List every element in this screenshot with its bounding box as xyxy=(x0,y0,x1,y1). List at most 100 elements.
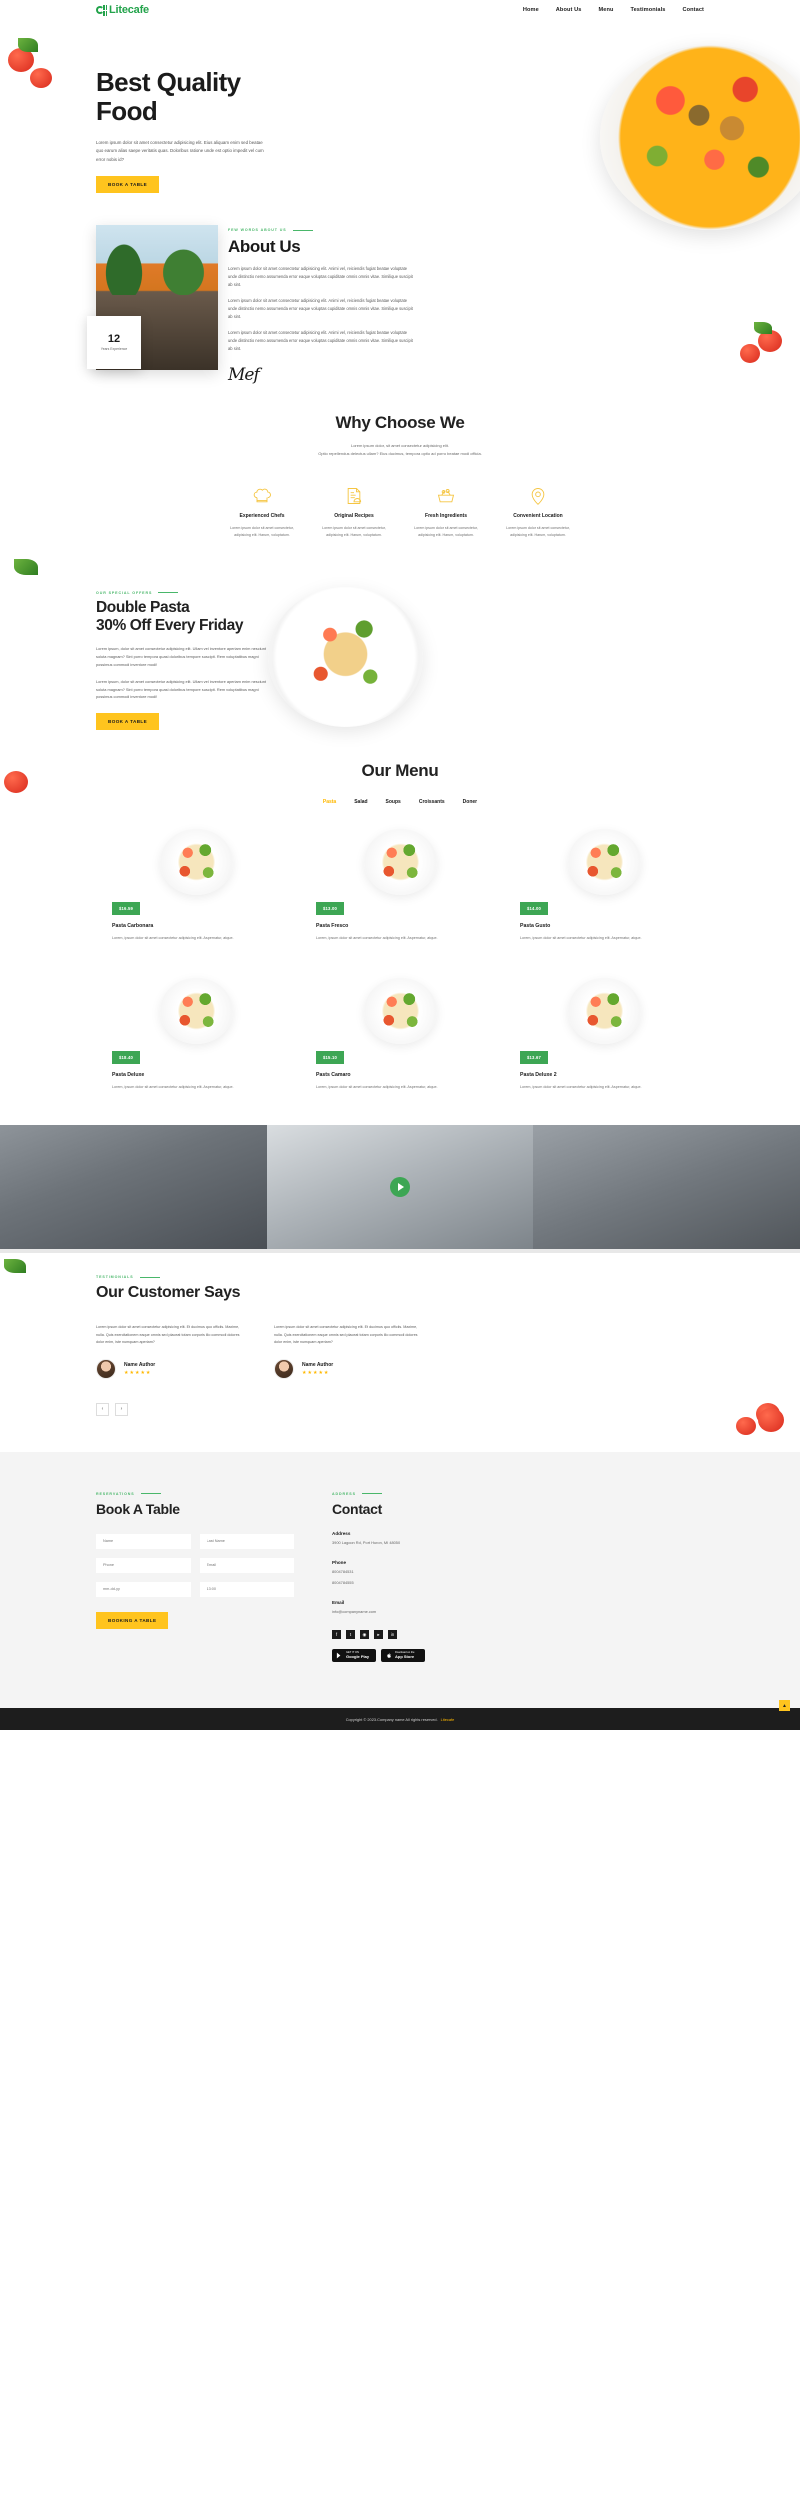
contact-eyebrow: ADDRESS xyxy=(332,1492,522,1496)
contact-column: ADDRESS Contact Address 3900 Lagoon Rd, … xyxy=(332,1492,522,1663)
menu-item-name: Pasta Carbonara xyxy=(112,922,154,929)
litecafe-logo-icon xyxy=(96,4,107,16)
time-input[interactable] xyxy=(199,1581,294,1597)
why-subtitle: Lorem ipsum dolor, sit amet consectetur … xyxy=(210,442,590,457)
booking-contact-section: RESERVATIONS Book A Table BOOKING A TABL… xyxy=(0,1407,800,1709)
booking-form-column: RESERVATIONS Book A Table BOOKING A TABL… xyxy=(96,1492,294,1663)
tomato-decoration-icon xyxy=(740,344,760,363)
menu-item-card[interactable]: $16.59 Pasta Carbonara Lorem, ipsum dolo… xyxy=(112,827,280,942)
menu-item-description: Lorem, ipsum dolor sit amet consectetur … xyxy=(520,1085,642,1090)
tomato-decoration-icon xyxy=(736,1417,756,1436)
recipe-document-icon xyxy=(308,485,400,507)
top-navigation-bar: Litecafe Home About Us Menu Testimonials… xyxy=(0,0,800,20)
testimonial-author: Name Author ★★★★★ xyxy=(96,1358,246,1379)
menu-item-price: $14.00 xyxy=(520,901,549,915)
app-store-icon[interactable]: Download on the App Store xyxy=(381,1649,425,1663)
tomato-decoration-icon xyxy=(758,330,782,352)
menu-item-image xyxy=(520,976,688,1046)
nav-item-testimonials[interactable]: Testimonials xyxy=(630,7,665,13)
feature-card: Fresh Ingredients Lorem ipsum dolor sit … xyxy=(400,485,492,539)
play-video-button[interactable] xyxy=(390,1177,410,1198)
booking-form xyxy=(96,1533,294,1597)
menu-item-image xyxy=(112,976,280,1046)
feature-text: Lorem ipsum dolor sit amet consectetur, … xyxy=(506,526,570,538)
google-play-large: Google Play xyxy=(346,1653,370,1659)
phone-value-1[interactable]: 8004784531 xyxy=(332,1569,522,1576)
nav-item-menu[interactable]: Menu xyxy=(598,7,613,13)
menu-tab-salad[interactable]: Salad xyxy=(354,799,367,805)
menu-item-name: Pasta Deluxe xyxy=(112,1072,145,1079)
phone-value-2[interactable]: 8004784555 xyxy=(332,1580,522,1587)
carousel-next-button[interactable]: › xyxy=(115,1402,128,1416)
menu-tab-soups[interactable]: Soups xyxy=(386,799,401,805)
google-play-icon[interactable]: GET IT ON Google Play xyxy=(332,1649,376,1663)
testimonial-author: Name Author ★★★★★ xyxy=(274,1358,424,1379)
why-subtitle-line-1: Lorem ipsum dolor, sit amet consectetur … xyxy=(350,443,450,448)
menu-item-description: Lorem, ipsum dolor sit amet consectetur … xyxy=(112,935,234,940)
youtube-icon[interactable]: ▸ xyxy=(374,1630,383,1640)
about-paragraph-2: Lorem ipsum dolor sit amet consectetur a… xyxy=(228,297,413,319)
carousel-prev-button[interactable]: ‹ xyxy=(96,1402,109,1416)
offer-book-a-table-button[interactable]: BOOK A TABLE xyxy=(96,713,160,731)
menu-item-card[interactable]: $18.40 Pasta Deluxe Lorem, ipsum dolor s… xyxy=(112,976,280,1091)
menu-items-grid: $16.59 Pasta Carbonara Lorem, ipsum dolo… xyxy=(0,827,800,1091)
nav-item-home[interactable]: Home xyxy=(523,7,539,13)
menu-tab-pasta[interactable]: Pasta xyxy=(323,799,336,805)
offer-title-line-2: 30% Off Every Friday xyxy=(96,617,244,635)
booking-submit-button[interactable]: BOOKING A TABLE xyxy=(96,1611,169,1629)
feature-card: Original Recipes Lorem ipsum dolor sit a… xyxy=(308,485,400,539)
kitchen-image-right xyxy=(533,1125,800,1250)
phone-label: Phone xyxy=(332,1560,347,1566)
menu-item-description: Lorem, ipsum dolor sit amet consectetur … xyxy=(520,935,642,940)
eyebrow-line xyxy=(158,592,179,594)
linkedin-icon[interactable]: in xyxy=(388,1630,397,1640)
app-store-large: App Store xyxy=(395,1653,415,1659)
testimonial-text: Lorem ipsum dolor sit amet consectetur a… xyxy=(274,1325,418,1345)
phone-input[interactable] xyxy=(96,1557,191,1573)
email-input[interactable] xyxy=(199,1557,294,1573)
offer-eyebrow: OUR SPECIAL OFFERS xyxy=(96,591,296,595)
menu-item-price: $18.40 xyxy=(112,1051,141,1065)
video-banner-section xyxy=(0,1125,800,1250)
eyebrow-line xyxy=(292,229,313,231)
contact-phone-group: Phone 8004784531 8004784555 xyxy=(332,1560,522,1586)
hero-book-a-table-button[interactable]: BOOK A TABLE xyxy=(96,175,160,193)
years-number: 12 xyxy=(107,333,121,346)
author-name: Name Author xyxy=(302,1361,334,1368)
nav-item-about-us[interactable]: About Us xyxy=(556,7,582,13)
email-value[interactable]: info@companyname.com xyxy=(332,1609,522,1616)
menu-item-card[interactable]: $13.67 Pasta Deluxe 2 Lorem, ipsum dolor… xyxy=(520,976,688,1091)
menu-tab-croissants[interactable]: Croissants xyxy=(419,799,445,805)
instagram-icon[interactable]: ◉ xyxy=(360,1630,369,1640)
menu-item-card[interactable]: $15.10 Pasts Camaro Lorem, ipsum dolor s… xyxy=(316,976,484,1091)
nav-item-contact[interactable]: Contact xyxy=(682,7,704,13)
feature-text: Lorem ipsum dolor sit amet consectetur, … xyxy=(414,526,478,538)
menu-tab-doner[interactable]: Doner xyxy=(463,799,477,805)
booking-eyebrow-text: RESERVATIONS xyxy=(96,1491,135,1496)
twitter-icon[interactable]: t xyxy=(346,1630,355,1640)
brand-logo[interactable]: Litecafe xyxy=(96,4,149,16)
why-subtitle-line-2: Optio repellendus delectus ullam? Eius d… xyxy=(318,450,482,456)
eyebrow-line xyxy=(139,1276,160,1278)
copyright-text: Copyright © 2023.Company name All rights… xyxy=(345,1716,438,1722)
last-name-input[interactable] xyxy=(199,1533,294,1549)
brand-name: Litecafe xyxy=(109,4,149,16)
booking-eyebrow: RESERVATIONS xyxy=(96,1492,294,1496)
scroll-to-top-button[interactable]: ▲ xyxy=(779,1700,790,1712)
app-store-badges: GET IT ON Google Play Download on the Ap… xyxy=(332,1649,522,1663)
menu-item-card[interactable]: $13.00 Pasta Fresco Lorem, ipsum dolor s… xyxy=(316,827,484,942)
feature-title: Experienced Chefs xyxy=(239,513,285,520)
first-name-input[interactable] xyxy=(96,1533,191,1549)
feature-title: Convenient Location xyxy=(513,513,563,520)
footer-brand-link[interactable]: Litecafe xyxy=(441,1717,455,1722)
hero-paragraph: Lorem ipsum dolor sit amet consectetur a… xyxy=(96,140,264,162)
leaf-decoration-icon xyxy=(18,38,38,52)
email-label: Email xyxy=(332,1600,345,1606)
about-eyebrow: FEW WORDS ABOUT US xyxy=(228,228,414,232)
years-experience-badge: 12 Years Experience xyxy=(87,316,141,369)
menu-item-card[interactable]: $14.00 Pasta Gusto Lorem, ipsum dolor si… xyxy=(520,827,688,942)
hero-content: Best Quality Food Lorem ipsum dolor sit … xyxy=(96,67,296,193)
menu-item-name: Pasts Camaro xyxy=(316,1072,351,1079)
facebook-icon[interactable]: f xyxy=(332,1630,341,1640)
date-input[interactable] xyxy=(96,1581,191,1597)
